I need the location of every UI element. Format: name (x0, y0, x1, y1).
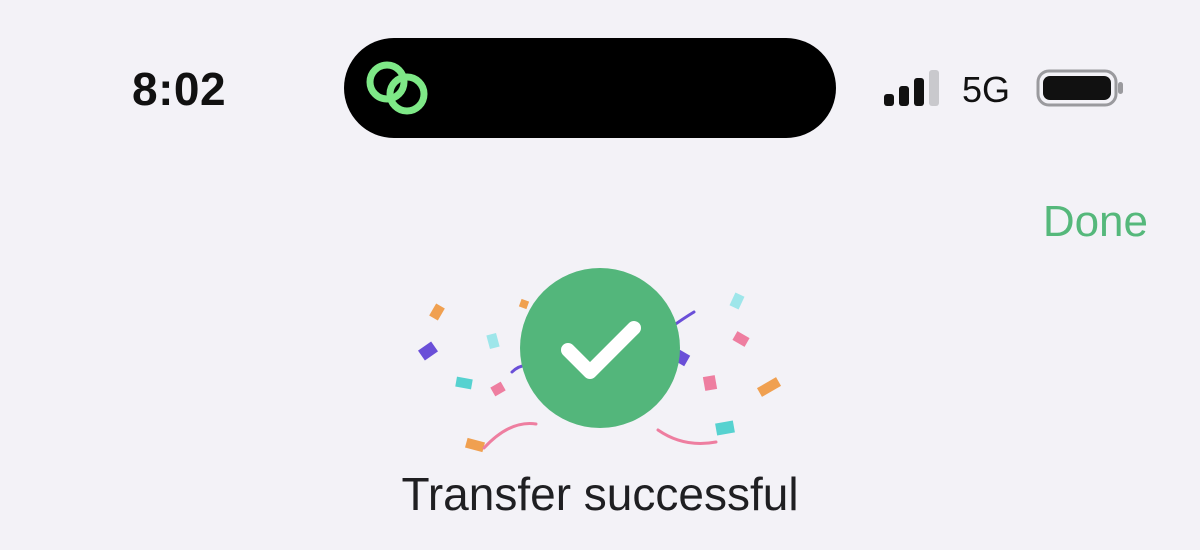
transfer-status-title: Transfer successful (401, 468, 799, 520)
checkmark-icon (561, 321, 641, 379)
transfer-success-screen: 8:02 5G Done Transfer successful (0, 0, 1200, 550)
